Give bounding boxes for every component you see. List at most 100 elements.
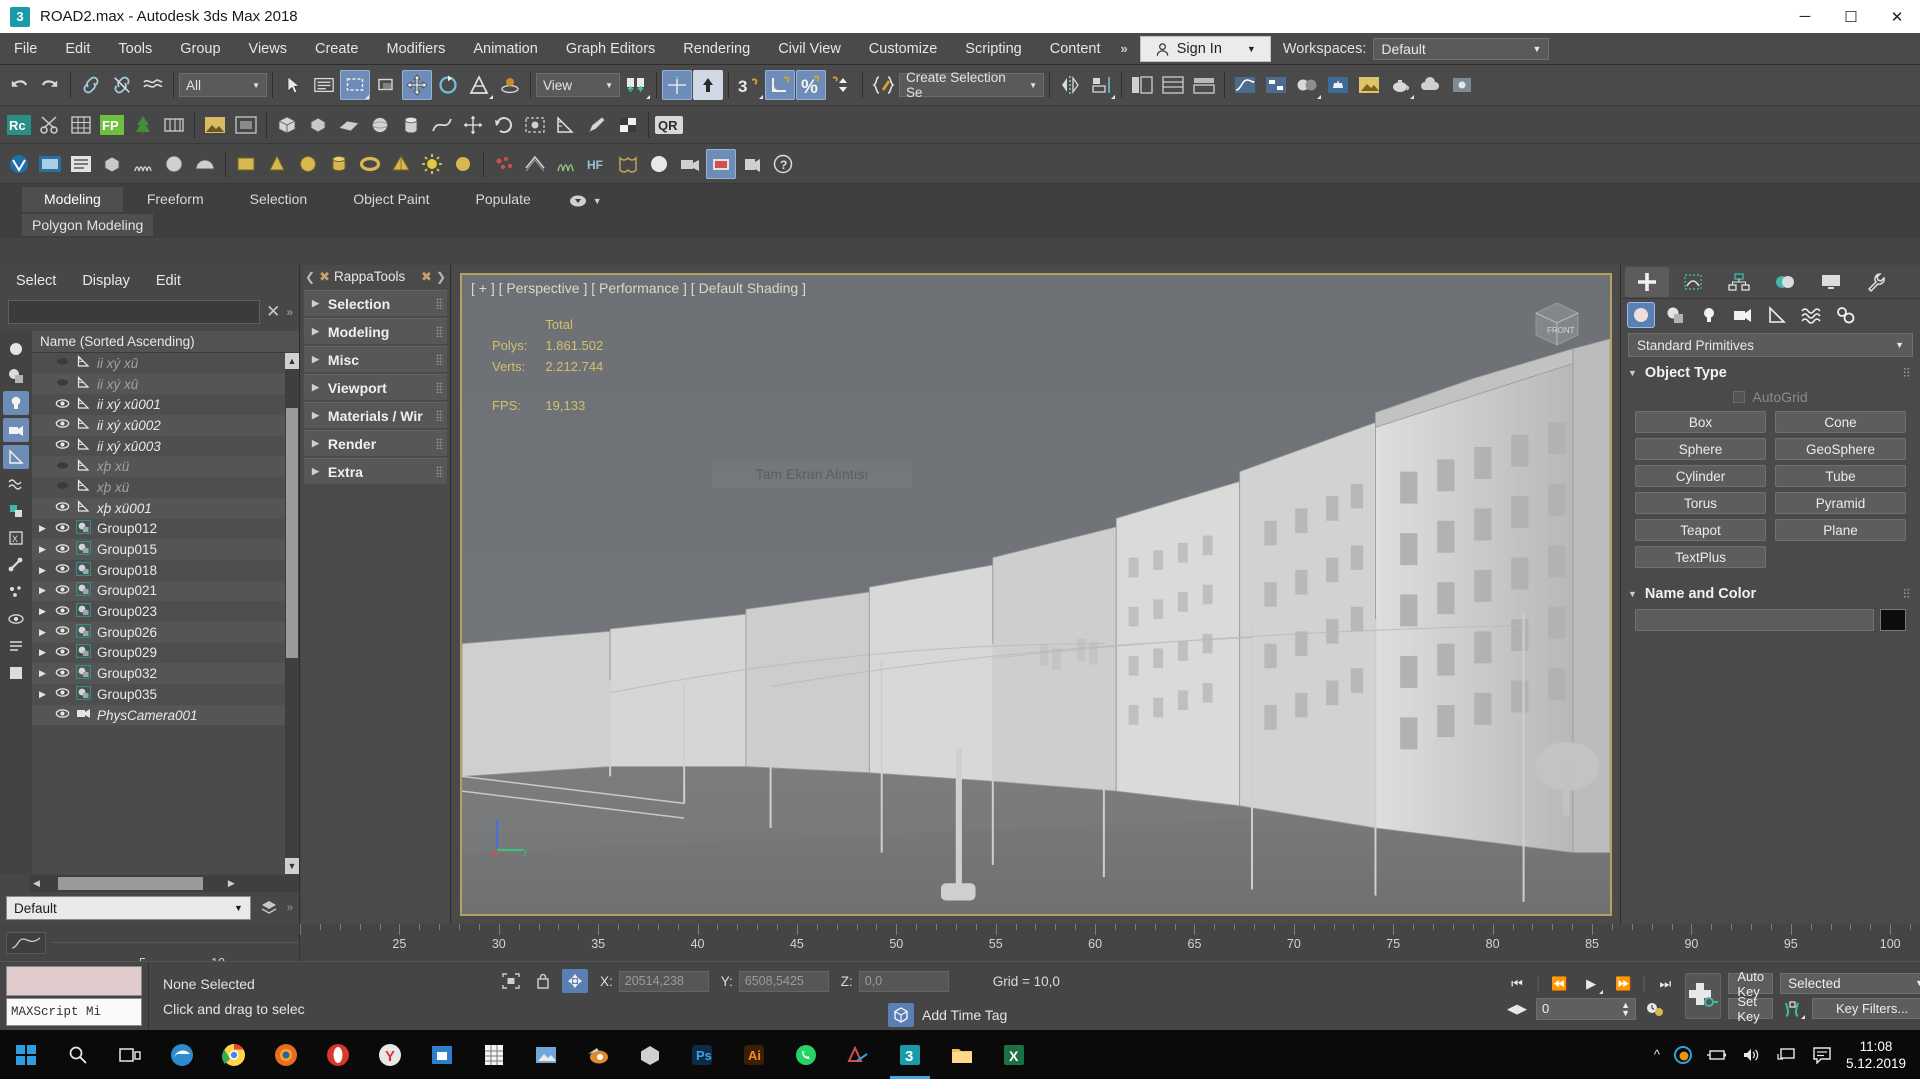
object-type-button[interactable]: Teapot — [1635, 519, 1766, 541]
create-cylinder-3-button[interactable] — [324, 149, 354, 179]
expand-arrow-icon[interactable]: ▶ — [36, 544, 49, 555]
scroll-down-icon[interactable]: ▼ — [285, 858, 299, 874]
set-key-button[interactable]: Set Key — [1728, 994, 1774, 1024]
scroll-left-icon[interactable]: ◀ — [33, 878, 40, 889]
object-color-swatch[interactable] — [1880, 609, 1906, 631]
menu-create[interactable]: Create — [301, 33, 373, 64]
placement-tool-button[interactable] — [495, 70, 525, 100]
use-selection-center-button[interactable] — [662, 70, 692, 100]
select-and-manipulate-button[interactable] — [693, 70, 723, 100]
tab-motion[interactable] — [1763, 267, 1807, 297]
table-row[interactable]: ▶ Group035 — [32, 684, 299, 705]
filter-selected-button[interactable] — [3, 661, 29, 685]
go-to-end-button[interactable]: ⏭ — [1652, 973, 1678, 995]
table-row[interactable]: ▶ Group012 — [32, 518, 299, 540]
chevron-left-icon[interactable]: ❮ — [305, 270, 315, 284]
firefox-button[interactable] — [260, 1030, 312, 1079]
rappatools-rollout[interactable]: ▶ Extra — [304, 458, 447, 484]
select-and-rotate-button[interactable] — [433, 70, 463, 100]
table-row[interactable]: ▶ Group029 — [32, 642, 299, 664]
sheets-button[interactable] — [468, 1030, 520, 1079]
isolate-selection-button[interactable] — [520, 110, 550, 140]
create-torus-3-button[interactable] — [355, 149, 385, 179]
visibility-toggle-icon[interactable] — [54, 624, 70, 640]
filter-bones-button[interactable] — [3, 553, 29, 577]
name-and-color-rollout-header[interactable]: ▼ Name and Color — [1628, 582, 1913, 606]
filter-groups-button[interactable] — [3, 499, 29, 523]
object-type-button[interactable]: TextPlus — [1635, 546, 1766, 568]
search-button[interactable] — [52, 1030, 104, 1079]
select-and-link-button[interactable] — [76, 70, 106, 100]
explorer-menu-select[interactable]: Select — [16, 273, 56, 289]
expand-icon[interactable]: » — [286, 305, 293, 319]
search-input[interactable] — [8, 300, 261, 324]
close-icon[interactable]: ✖ — [421, 269, 432, 285]
table-row[interactable]: ▶ Group032 — [32, 663, 299, 684]
rappatools-rollout[interactable]: ▶ Modeling — [304, 318, 447, 344]
maxscript-listener[interactable] — [6, 966, 142, 996]
absolute-relative-toggle[interactable] — [562, 969, 588, 993]
chevron-right-icon[interactable]: ❯ — [436, 270, 446, 284]
vray-frame-buffer-button[interactable] — [35, 149, 65, 179]
go-to-start-button[interactable]: ⏮ — [1504, 973, 1530, 995]
tray-expand-icon[interactable]: ^ — [1654, 1047, 1660, 1062]
visibility-toggle-icon[interactable] — [54, 438, 70, 454]
workspaces-select[interactable]: Default ▼ — [1373, 37, 1550, 60]
filter-geometry-button[interactable] — [3, 337, 29, 361]
minimize-button[interactable]: ─ — [1782, 0, 1828, 33]
unlink-selection-button[interactable] — [107, 70, 137, 100]
table-row[interactable]: xþ xü — [32, 456, 299, 478]
action-center-icon[interactable] — [1811, 1046, 1833, 1064]
visibility-toggle-icon[interactable] — [54, 417, 70, 433]
visibility-toggle-icon[interactable] — [54, 459, 70, 475]
material-editor-button[interactable] — [1292, 70, 1322, 100]
toggle-ribbon-button[interactable] — [1189, 70, 1219, 100]
set-keys-button[interactable] — [1685, 973, 1722, 1019]
onedrive-icon[interactable] — [1673, 1045, 1693, 1065]
open-asset-tracking-button[interactable] — [1447, 70, 1477, 100]
vray-proxy-button[interactable] — [97, 149, 127, 179]
expand-footer-icon[interactable]: » — [287, 902, 293, 914]
redo-button[interactable] — [35, 70, 65, 100]
vray-dome-button[interactable] — [190, 149, 220, 179]
visibility-toggle-icon[interactable] — [54, 355, 70, 371]
ribbon-tab-object-paint[interactable]: Object Paint — [331, 187, 451, 212]
expand-arrow-icon[interactable]: ▶ — [36, 668, 49, 679]
create-pyramid-3-button[interactable] — [386, 149, 416, 179]
window-crossing-toggle[interactable] — [371, 70, 401, 100]
toggle-scene-explorer-button[interactable] — [1127, 70, 1157, 100]
menu-scripting[interactable]: Scripting — [951, 33, 1035, 64]
menu-animation[interactable]: Animation — [459, 33, 551, 64]
file-explorer-button[interactable] — [936, 1030, 988, 1079]
filter-shapes-button[interactable] — [3, 364, 29, 388]
rappatools-button[interactable]: Rc — [4, 110, 34, 140]
photoshop-button[interactable]: Ps — [676, 1030, 728, 1079]
primitive-category-select[interactable]: Standard Primitives ▼ — [1628, 333, 1913, 357]
vray-sphere-button[interactable] — [159, 149, 189, 179]
menu-graph-editors[interactable]: Graph Editors — [552, 33, 669, 64]
tab-create[interactable] — [1625, 266, 1669, 297]
filter-particles-button[interactable] — [3, 580, 29, 604]
autogrid-checkbox[interactable] — [1733, 391, 1746, 403]
scroll-up-icon[interactable]: ▲ — [285, 353, 299, 369]
illustrator-button[interactable]: Ai — [728, 1030, 780, 1079]
excel-button[interactable]: X — [988, 1030, 1040, 1079]
table-row[interactable]: ii xý xû003 — [32, 435, 299, 457]
menu-content[interactable]: Content — [1036, 33, 1115, 64]
menu-modifiers[interactable]: Modifiers — [373, 33, 460, 64]
opera-button[interactable] — [312, 1030, 364, 1079]
scene-explorer-column-header[interactable]: Name (Sorted Ascending) — [32, 331, 299, 353]
scroll-thumb[interactable] — [286, 408, 298, 658]
table-row[interactable]: ▶ Group015 — [32, 539, 299, 560]
render-in-cloud-button[interactable] — [1416, 70, 1446, 100]
menu-group[interactable]: Group — [166, 33, 234, 64]
table-row[interactable]: PhysCamera001 — [32, 704, 299, 726]
volume-icon[interactable] — [1741, 1046, 1763, 1064]
visibility-toggle-icon[interactable] — [54, 562, 70, 578]
undo-button[interactable] — [4, 70, 34, 100]
menu-civil-view[interactable]: Civil View — [764, 33, 855, 64]
mirror-button[interactable] — [1055, 70, 1085, 100]
track-bar[interactable]: 510 — [51, 942, 299, 970]
create-chamferbox-button[interactable] — [303, 110, 333, 140]
ribbon-panel-polygon-modeling[interactable]: Polygon Modeling — [22, 214, 154, 236]
